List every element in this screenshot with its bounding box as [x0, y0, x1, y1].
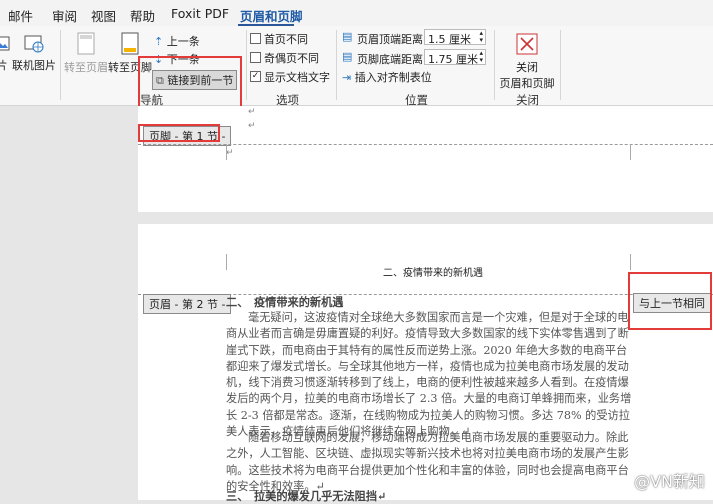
- margin-corner-mark: [630, 254, 631, 270]
- paragraph-mark: ↵: [248, 107, 256, 117]
- goto-footer-icon: [121, 32, 139, 55]
- goto-header-icon: [77, 32, 95, 55]
- group-separator: [60, 30, 61, 100]
- body-paragraph-2: 随着移动互联网的发展，移动端将成为拉美电商市场发展的重要驱动力。除此之外，人工智…: [226, 431, 629, 493]
- header-section-tag: 页眉 - 第 2 节 -: [143, 294, 232, 314]
- margin-corner-mark: [226, 144, 227, 160]
- section-heading-3: 三、 拉美的爆发几乎无法阻挡↵: [226, 489, 387, 503]
- picture-button[interactable]: 片: [0, 34, 12, 73]
- page-1: 页脚 - 第 1 节 - ↵ ↵ ↵: [138, 106, 713, 212]
- show-document-text-label: 显示文档文字: [264, 71, 330, 84]
- ribbon-panel: 片 联机图片 转至页眉 转至页脚 ⇡ 上一条 ⇣ 下一条 ⧉ 链接到前一节 导航…: [0, 26, 713, 116]
- alignment-tab-icon: ⇥: [342, 71, 352, 84]
- tab-view[interactable]: 视图: [91, 6, 116, 25]
- insert-alignment-tab-button[interactable]: ⇥ 插入对齐制表位: [342, 69, 432, 85]
- body-paragraph-1: 毫无疑问，这波疫情对全球绝大多数国家而言是一个灾难，但是对于全球的电商从业者而言…: [226, 311, 632, 439]
- odd-even-different-checkbox[interactable]: [250, 52, 261, 63]
- first-page-different-checkbox[interactable]: [250, 33, 261, 44]
- online-picture-icon: [24, 35, 44, 53]
- online-pictures-button[interactable]: 联机图片: [12, 34, 56, 73]
- tab-mailings[interactable]: 邮件: [8, 6, 33, 25]
- show-document-text-checkbox[interactable]: ✓: [250, 71, 261, 82]
- footer-bottom-distance-input[interactable]: 1.75 厘米 ▴ ▾: [424, 49, 486, 66]
- first-page-different-label: 首页不同: [264, 33, 308, 46]
- footer-position-icon: ▤: [342, 50, 353, 63]
- group-separator: [494, 30, 495, 100]
- footer-boundary: [138, 144, 713, 145]
- watermark: @VN新知: [634, 472, 705, 491]
- group-separator: [246, 30, 247, 100]
- margin-corner-mark: [226, 254, 227, 270]
- odd-even-different-label: 奇偶页不同: [264, 52, 319, 65]
- tab-header-footer[interactable]: 页眉和页脚: [240, 6, 303, 25]
- paragraph-mark: ↵: [226, 148, 234, 158]
- tab-foxit-pdf[interactable]: Foxit PDF: [171, 6, 229, 21]
- header-top-distance-input[interactable]: 1.5 厘米 ▴ ▾: [424, 29, 486, 46]
- highlight-box-footer-tag: [138, 124, 220, 142]
- header-position-icon: ▤: [342, 30, 353, 43]
- section-heading: 二、 疫情带来的新机遇: [226, 295, 344, 309]
- ribbon-tabs: 邮件 审阅 视图 帮助 Foxit PDF 页眉和页脚: [0, 0, 713, 26]
- goto-header-button[interactable]: 转至页眉: [64, 32, 108, 75]
- margin-corner-mark: [630, 144, 631, 160]
- paragraph-mark: ↵: [248, 121, 256, 131]
- group-separator: [560, 30, 561, 100]
- close-icon: [516, 33, 538, 55]
- tab-review[interactable]: 审阅: [52, 6, 77, 25]
- previous-button[interactable]: ⇡ 上一条: [154, 33, 200, 49]
- tab-help[interactable]: 帮助: [130, 6, 155, 25]
- group-separator: [336, 30, 337, 100]
- spinner-icon[interactable]: ▴ ▾: [479, 30, 483, 44]
- previous-icon: ⇡: [154, 35, 164, 48]
- highlight-box-same-as-previous: [628, 272, 712, 330]
- footer-bottom-distance-label: 页脚底端距离:: [357, 53, 427, 66]
- close-header-footer-button[interactable]: 关闭 页眉和页脚: [497, 32, 557, 91]
- header-text[interactable]: 二、疫情带来的新机遇: [383, 264, 483, 279]
- spinner-icon[interactable]: ▴ ▾: [479, 50, 483, 64]
- header-top-distance-label: 页眉顶端距离:: [357, 33, 427, 46]
- picture-icon: [0, 36, 10, 51]
